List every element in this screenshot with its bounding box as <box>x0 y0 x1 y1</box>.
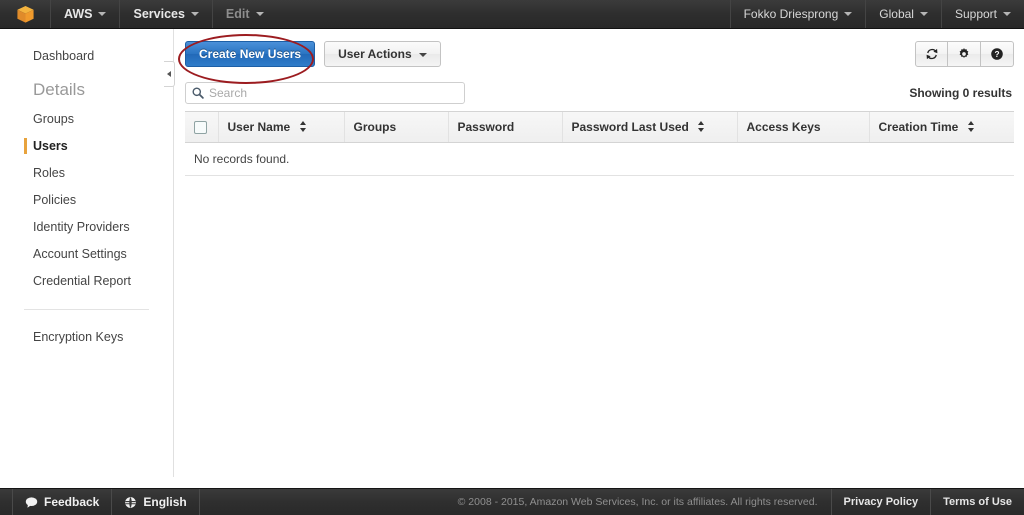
main-content: Create New Users User Actions ? Search S… <box>175 29 1024 477</box>
column-header-password-last-used[interactable]: Password Last Used <box>562 112 738 143</box>
column-header-password-label: Password <box>457 120 515 134</box>
copyright-text: © 2008 - 2015, Amazon Web Services, Inc.… <box>457 496 818 508</box>
chevron-down-icon <box>255 12 264 16</box>
sidebar-item-users[interactable]: Users <box>0 133 173 160</box>
chevron-down-icon <box>190 12 199 16</box>
sort-arrows-icon <box>299 121 307 132</box>
create-new-users-button[interactable]: Create New Users <box>185 41 316 67</box>
column-header-password-last-used-label: Password Last Used <box>571 120 689 134</box>
aws-cube-logo-icon <box>16 5 34 23</box>
user-actions-dropdown-button[interactable]: User Actions <box>324 41 441 67</box>
chevron-down-icon <box>98 12 107 16</box>
sidebar-item-identity-providers[interactable]: Identity Providers <box>0 214 173 241</box>
users-table: User Name Groups Password Password Last … <box>185 112 1014 176</box>
account-name-label: Fokko Driesprong <box>743 7 839 21</box>
toolbar-icon-group: ? <box>915 41 1014 67</box>
refresh-icon <box>926 48 937 60</box>
chevron-left-icon <box>167 71 171 77</box>
nav-item-aws[interactable]: AWS <box>50 0 119 28</box>
help-icon: ? <box>991 48 1003 60</box>
column-header-groups[interactable]: Groups <box>344 112 449 143</box>
nav-item-support[interactable]: Support <box>940 0 1024 28</box>
aws-logo[interactable] <box>0 0 50 28</box>
nav-item-region[interactable]: Global <box>865 0 941 28</box>
top-navigation-bar: AWS Services Edit Fokko Driesprong Globa… <box>0 0 1024 29</box>
sidebar-item-encryption-keys[interactable]: Encryption Keys <box>0 324 173 351</box>
table-empty-row: No records found. <box>185 142 1014 176</box>
column-header-access-keys[interactable]: Access Keys <box>737 112 870 143</box>
nav-item-aws-label: AWS <box>64 7 93 21</box>
sidebar-item-dashboard-label: Dashboard <box>33 49 95 63</box>
sidebar-collapse-button[interactable] <box>164 61 175 87</box>
support-label: Support <box>954 7 997 21</box>
column-header-groups-label: Groups <box>353 120 397 134</box>
refresh-button[interactable] <box>915 41 948 67</box>
svg-text:?: ? <box>994 49 999 59</box>
terms-of-use-link[interactable]: Terms of Use <box>930 489 1024 515</box>
nav-item-account[interactable]: Fokko Driesprong <box>729 0 866 28</box>
sidebar-item-credential-report-label: Credential Report <box>33 274 131 288</box>
empty-message: No records found. <box>185 142 1014 176</box>
column-header-creation-time-label: Creation Time <box>878 120 959 134</box>
gear-icon <box>959 48 969 59</box>
sidebar-item-users-label: Users <box>33 139 68 153</box>
results-count-label: Showing 0 results <box>909 86 1012 100</box>
sidebar-item-roles-label: Roles <box>33 166 65 180</box>
sidebar-item-policies-label: Policies <box>33 193 77 207</box>
help-button[interactable]: ? <box>981 41 1014 67</box>
column-header-user-name-label: User Name <box>227 120 291 134</box>
column-header-user-name[interactable]: User Name <box>218 112 345 143</box>
sidebar-item-dashboard[interactable]: Dashboard <box>0 43 173 70</box>
nav-item-edit-label: Edit <box>225 7 250 21</box>
settings-button[interactable] <box>948 41 981 67</box>
column-header-password[interactable]: Password <box>448 112 563 143</box>
search-row: Showing 0 results <box>175 75 1024 111</box>
sidebar-item-credential-report[interactable]: Credential Report <box>0 268 173 295</box>
sidebar-item-groups[interactable]: Groups <box>0 106 173 133</box>
sidebar-heading-details: Details <box>0 70 173 106</box>
user-actions-label: User Actions <box>338 47 412 61</box>
nav-right-group: Fokko Driesprong Global Support <box>729 0 1024 28</box>
language-button[interactable]: English <box>112 489 200 515</box>
chevron-down-icon <box>418 52 427 57</box>
sidebar-item-account-settings[interactable]: Account Settings <box>0 241 173 268</box>
sort-arrows-icon <box>698 121 705 132</box>
chevron-down-icon <box>1003 12 1011 16</box>
nav-item-services[interactable]: Services <box>119 0 211 28</box>
column-header-creation-time[interactable]: Creation Time <box>869 112 1014 143</box>
sidebar-item-account-settings-label: Account Settings <box>33 247 127 261</box>
column-header-access-keys-label: Access Keys <box>746 120 821 134</box>
feedback-button[interactable]: Feedback <box>12 489 113 515</box>
select-all-checkbox[interactable] <box>194 120 207 134</box>
language-label: English <box>143 495 187 509</box>
sidebar-item-roles[interactable]: Roles <box>0 160 173 187</box>
users-table-wrapper: User Name Groups Password Password Last … <box>185 111 1014 176</box>
sort-arrows-icon <box>967 121 975 132</box>
speech-bubble-icon <box>25 496 38 508</box>
sidebar-heading-details-label: Details <box>33 80 85 99</box>
globe-icon <box>125 496 137 508</box>
sidebar-item-encryption-keys-label: Encryption Keys <box>33 330 124 344</box>
nav-item-edit[interactable]: Edit <box>211 0 277 28</box>
sidebar: Dashboard Details Groups Users Roles Pol… <box>0 29 174 477</box>
sidebar-item-policies[interactable]: Policies <box>0 187 173 214</box>
nav-item-services-label: Services <box>133 7 185 21</box>
feedback-label: Feedback <box>44 495 100 509</box>
chevron-down-icon <box>919 12 928 16</box>
region-label: Global <box>879 7 914 21</box>
sidebar-item-identity-providers-label: Identity Providers <box>33 220 130 234</box>
footer-bar: Feedback English © 2008 - 2015, Amazon W… <box>0 488 1024 515</box>
privacy-policy-link[interactable]: Privacy Policy <box>830 489 931 515</box>
toolbar: Create New Users User Actions ? <box>175 29 1024 84</box>
sidebar-item-groups-label: Groups <box>33 112 74 126</box>
table-header-row: User Name Groups Password Password Last … <box>185 112 1014 143</box>
chevron-down-icon <box>844 12 853 16</box>
select-all-header <box>185 112 219 143</box>
footer-spacer <box>200 489 445 515</box>
sidebar-divider <box>24 309 149 310</box>
search-wrapper <box>185 82 465 104</box>
search-input[interactable] <box>185 82 465 104</box>
